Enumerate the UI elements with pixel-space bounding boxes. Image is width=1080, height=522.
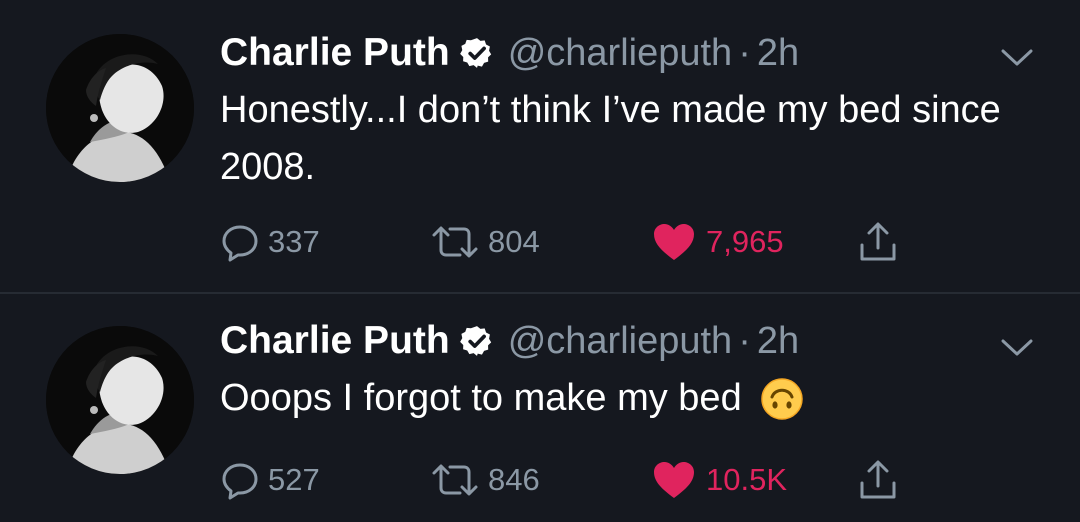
handle[interactable]: @charlieputh [508,32,732,75]
chevron-down-icon[interactable] [1000,338,1034,358]
like-count: 7,965 [706,224,784,259]
timestamp[interactable]: 2h [757,320,799,363]
reply-count: 337 [268,224,320,259]
timestamp[interactable]: 2h [757,32,799,75]
display-name[interactable]: Charlie Puth [220,31,450,75]
handle[interactable]: @charlieputh [508,320,732,363]
share-icon [858,221,898,263]
reply-button[interactable]: 527 [220,458,320,502]
upside-down-face-emoji-icon [760,377,804,421]
verified-badge-icon [459,36,494,70]
reply-button[interactable]: 337 [220,220,320,264]
avatar[interactable] [46,326,194,474]
retweet-button[interactable]: 846 [430,458,540,502]
tweet-header: Charlie Puth @charlieputh · 2h [220,316,799,366]
tweet-text-content: Ooops I forgot to make my bed [220,377,742,419]
separator: · [738,319,751,362]
tweet[interactable]: Charlie Puth @charlieputh · 2h Honestly.… [0,0,1080,292]
avatar[interactable] [46,34,194,182]
heart-icon [652,460,696,500]
action-bar: 527 846 10.5K [220,458,940,502]
tweet[interactable]: Charlie Puth @charlieputh · 2h Ooops I f… [0,294,1080,522]
display-name[interactable]: Charlie Puth [220,319,450,363]
action-bar: 337 804 7,965 [220,220,940,264]
retweet-button[interactable]: 804 [430,220,540,264]
retweet-count: 846 [488,462,540,497]
reply-icon [220,222,260,262]
reply-icon [220,460,260,500]
share-button[interactable] [858,458,898,502]
share-icon [858,459,898,501]
chevron-down-icon[interactable] [1000,48,1034,68]
reply-count: 527 [268,462,320,497]
heart-icon [652,222,696,262]
verified-badge-icon [459,324,494,358]
separator: · [738,31,751,74]
tweet-text: Ooops I forgot to make my bed [220,370,1040,427]
like-count: 10.5K [706,462,788,497]
tweet-text: Honestly...I don’t think I’ve made my be… [220,89,1001,188]
share-button[interactable] [858,220,898,264]
like-button[interactable]: 10.5K [652,458,787,502]
retweet-count: 804 [488,224,540,259]
like-button[interactable]: 7,965 [652,220,784,264]
retweet-icon [430,460,480,500]
tweet-header: Charlie Puth @charlieputh · 2h [220,28,799,78]
retweet-icon [430,222,480,262]
